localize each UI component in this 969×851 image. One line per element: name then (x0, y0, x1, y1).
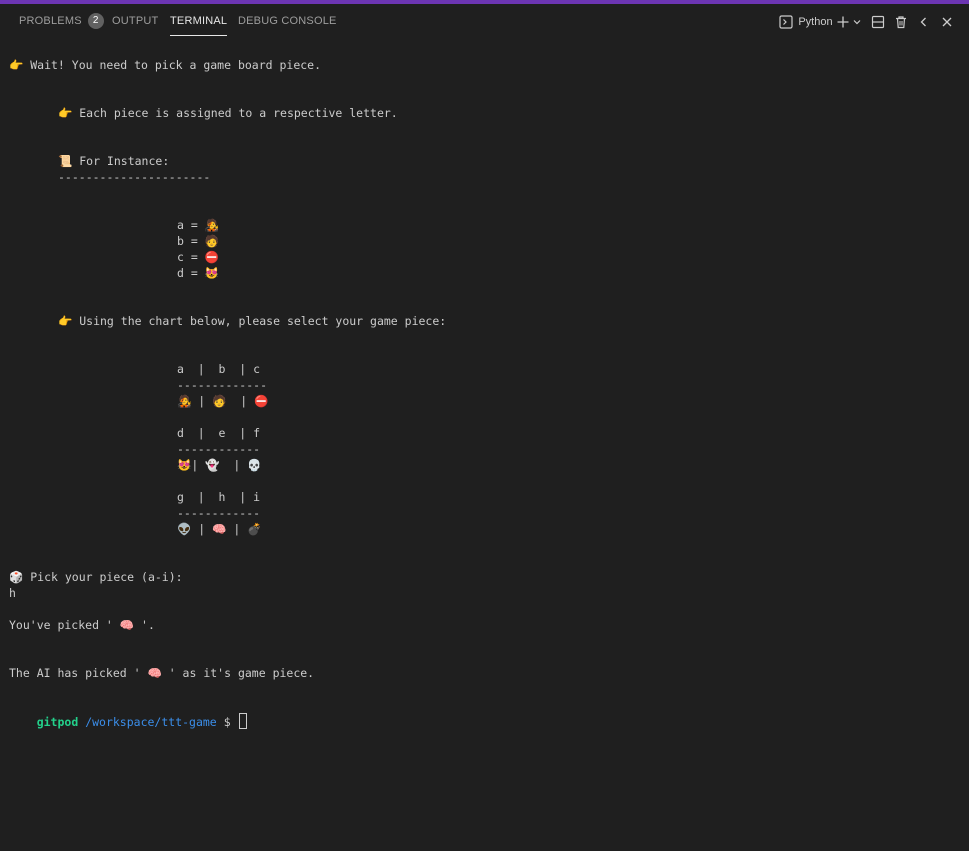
terminal-line: ------------ (177, 442, 261, 456)
terminal-shell-selector[interactable]: Python (779, 4, 833, 38)
terminal-line: b = 🧑 (177, 234, 220, 248)
shell-label: Python (798, 16, 833, 28)
panel-tab-bar: PROBLEMS 2 OUTPUT TERMINAL DEBUG CONSOLE … (0, 4, 969, 38)
kill-terminal-button[interactable] (894, 4, 908, 38)
terminal-line: 👉 Using the chart below, please select y… (58, 314, 447, 328)
terminal-line: ------------ (177, 506, 261, 520)
split-terminal-button[interactable] (871, 4, 885, 38)
tab-output[interactable]: OUTPUT (112, 4, 158, 38)
prompt-path: /workspace/ttt-game (85, 715, 217, 729)
new-terminal-button[interactable] (836, 4, 850, 38)
shell-prompt[interactable]: gitpod /workspace/ttt-game $ (9, 697, 247, 729)
terminal-line: 👉 Wait! You need to pick a game board pi… (9, 58, 322, 72)
tab-problems[interactable]: PROBLEMS 2 (19, 4, 104, 38)
terminal-line: ------------- (177, 378, 268, 392)
terminal-line: h (9, 586, 16, 600)
terminal-line: c = ⛔ (177, 250, 220, 264)
terminal-line: 📜 For Instance: (58, 154, 170, 168)
trash-icon (894, 14, 908, 28)
terminal-line: 🎲 Pick your piece (a-i): (9, 570, 183, 584)
terminal-line: a | b | c (177, 362, 261, 376)
terminal-line: ---------------------- (58, 170, 211, 184)
terminal-cursor (238, 713, 247, 729)
tab-debug-console[interactable]: DEBUG CONSOLE (238, 4, 337, 38)
terminal-line: 👉 Each piece is assigned to a respective… (58, 106, 398, 120)
terminal-line: g | h | i (177, 490, 261, 504)
terminal-launch-profile-button[interactable] (852, 4, 862, 38)
prompt-user: gitpod (36, 715, 79, 729)
plus-icon (836, 14, 850, 28)
terminal-line: d = 😻 (177, 266, 220, 280)
tab-terminal[interactable]: TERMINAL (170, 4, 228, 38)
chevron-left-icon (918, 14, 930, 28)
terminal-line: a = 🧑‍🎤 (177, 218, 220, 232)
close-panel-button[interactable] (941, 4, 953, 38)
terminal-icon (779, 14, 793, 29)
tab-problems-label: PROBLEMS (19, 15, 82, 27)
prompt-symbol: $ (223, 715, 231, 729)
terminal-line: 👽 | 🧠 | 💣 (177, 522, 262, 536)
split-icon (871, 14, 885, 28)
problems-count-badge: 2 (87, 13, 104, 29)
terminal-line: d | e | f (177, 426, 261, 440)
terminal-line: 🧑‍🎤 | 🧑 | ⛔ (177, 394, 269, 408)
collapse-panel-button[interactable] (918, 4, 930, 38)
terminal-line: You've picked ' 🧠 '. (9, 618, 155, 632)
terminal-line: 😻| 👻 | 💀 (177, 458, 262, 472)
chevron-down-icon (852, 14, 862, 28)
close-icon (941, 14, 953, 28)
terminal-line: The AI has picked ' 🧠 ' as it's game pie… (9, 666, 315, 680)
